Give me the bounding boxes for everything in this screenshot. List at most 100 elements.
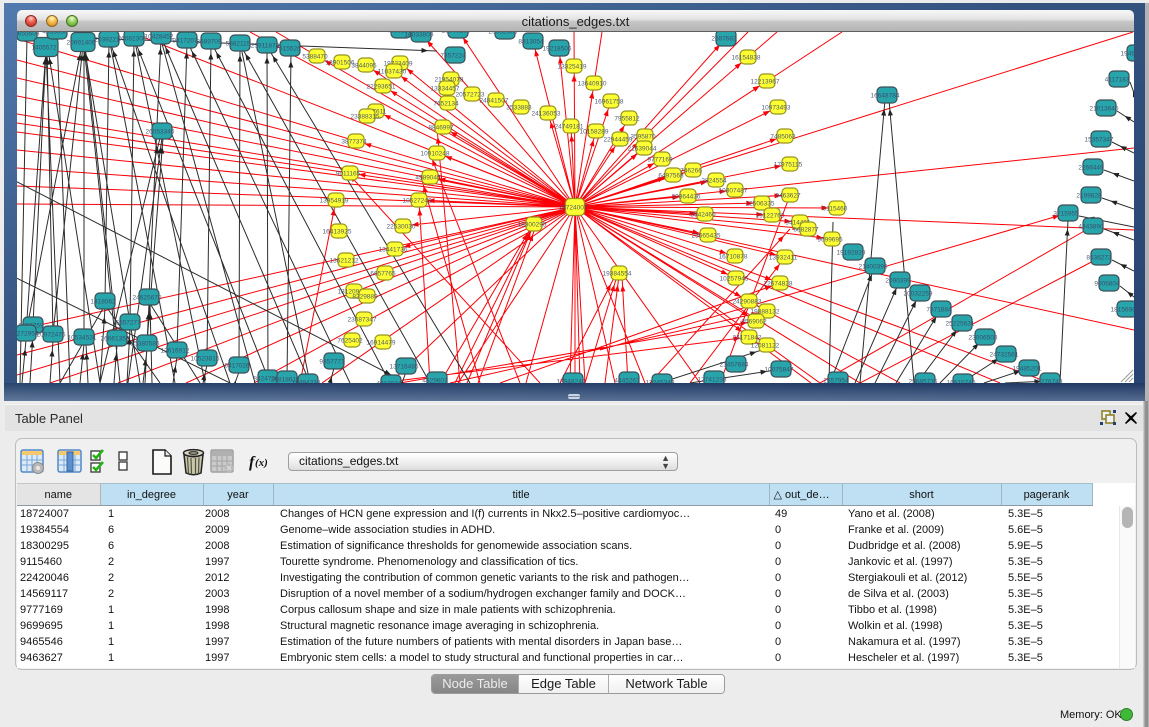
svg-text:4312034: 4312034 (376, 380, 402, 383)
svg-text:3595870: 3595870 (630, 133, 656, 140)
svg-text:746266: 746266 (680, 167, 702, 174)
svg-text:17975115: 17975115 (774, 161, 803, 168)
svg-text:6657765: 6657765 (370, 270, 396, 277)
svg-text:23687347: 23687347 (348, 316, 377, 323)
svg-text:24171842: 24171842 (733, 334, 762, 341)
svg-text:19192829: 19192829 (837, 249, 866, 256)
svg-text:12616912: 12616912 (161, 347, 190, 354)
svg-text:19499464: 19499464 (1121, 50, 1134, 57)
svg-text:21457684: 21457684 (720, 361, 749, 368)
svg-text:2266449: 2266449 (1078, 164, 1104, 171)
svg-text:10807487: 10807487 (719, 187, 748, 194)
svg-text:2657954: 2657954 (823, 377, 849, 383)
svg-text:10534531: 10534531 (68, 334, 97, 341)
svg-text:13948244: 13948244 (557, 378, 586, 383)
svg-text:2090399: 2090399 (885, 277, 911, 284)
svg-text:16154838: 16154838 (732, 54, 761, 61)
svg-text:4445263: 4445263 (614, 377, 640, 383)
svg-text:7515526: 7515526 (275, 45, 301, 52)
svg-text:19218506: 19218506 (543, 45, 572, 52)
svg-text:8536273: 8536273 (1086, 254, 1112, 261)
svg-text:21639044: 21639044 (628, 145, 657, 152)
svg-text:13716485: 13716485 (390, 363, 419, 370)
svg-text:18724007: 18724007 (559, 204, 588, 211)
svg-text:24749181: 24749181 (555, 123, 584, 130)
svg-text:9699695: 9699695 (817, 236, 843, 243)
svg-text:26661350: 26661350 (101, 335, 130, 342)
svg-text:22944459: 22944459 (604, 136, 633, 143)
svg-text:18156909: 18156909 (1111, 306, 1134, 313)
svg-text:3215955: 3215955 (1053, 210, 1079, 217)
svg-text:24136053: 24136053 (532, 110, 561, 117)
svg-text:4117183: 4117183 (1105, 76, 1130, 83)
svg-text:20972475: 20972475 (37, 331, 66, 338)
svg-text:7955812: 7955812 (614, 115, 640, 122)
svg-text:16914479: 16914479 (367, 339, 396, 346)
svg-text:13245349: 13245349 (646, 379, 675, 383)
svg-text:8846997: 8846997 (428, 124, 454, 131)
svg-text:23388315: 23388315 (351, 113, 380, 120)
svg-text:4343890: 4343890 (1078, 223, 1104, 230)
svg-text:8813054: 8813054 (518, 38, 544, 45)
svg-text:25225631: 25225631 (946, 320, 975, 327)
svg-text:13325419: 13325419 (558, 63, 587, 70)
svg-text:13954919: 13954919 (320, 197, 349, 204)
svg-text:4629607: 4629607 (422, 377, 448, 383)
svg-text:11037430: 11037430 (378, 68, 407, 75)
svg-text:2039221: 2039221 (94, 36, 120, 43)
svg-text:1405572: 1405572 (31, 44, 57, 51)
svg-text:10075847: 10075847 (765, 366, 794, 373)
svg-text:15380586: 15380586 (131, 340, 160, 347)
svg-text:12494238: 12494238 (292, 379, 321, 383)
svg-text:9857771: 9857771 (319, 358, 345, 365)
svg-text:6417026: 6417026 (224, 362, 250, 369)
svg-text:13441736: 13441736 (379, 246, 408, 253)
svg-text:18300295: 18300295 (518, 221, 547, 228)
svg-text:19122760: 19122760 (756, 212, 785, 219)
svg-text:4589045: 4589045 (415, 174, 441, 181)
svg-text:5882115: 5882115 (226, 40, 251, 47)
svg-text:15357347: 15357347 (1085, 136, 1114, 143)
svg-text:24290883: 24290883 (733, 298, 762, 305)
svg-text:10428452: 10428452 (145, 33, 174, 40)
svg-text:26052685: 26052685 (489, 32, 518, 35)
svg-text:3844095: 3844095 (351, 62, 377, 69)
svg-text:10158289: 10158289 (580, 128, 609, 135)
svg-text:19384554: 19384554 (603, 270, 632, 277)
svg-text:8689709: 8689709 (196, 38, 222, 45)
svg-text:24625670: 24625670 (133, 294, 162, 301)
svg-text:13640910: 13640910 (578, 80, 607, 87)
svg-text:4935650: 4935650 (42, 32, 68, 35)
svg-text:12081122: 12081122 (751, 342, 780, 349)
svg-text:12741238: 12741238 (698, 376, 727, 383)
svg-text:6557277: 6557277 (115, 319, 141, 326)
svg-text:22506335: 22506335 (746, 200, 775, 207)
svg-text:12213967: 12213967 (751, 78, 780, 85)
svg-text:22530030: 22530030 (387, 223, 416, 230)
svg-text:22674828: 22674828 (764, 280, 793, 287)
svg-text:25685735: 25685735 (909, 378, 938, 383)
svg-text:9115460: 9115460 (823, 205, 848, 212)
svg-text:24841507: 24841507 (480, 97, 509, 104)
svg-text:2199828: 2199828 (1076, 192, 1102, 199)
svg-text:24732561: 24732561 (990, 351, 1019, 358)
svg-text:7871884: 7871884 (926, 306, 952, 313)
svg-text:13932411: 13932411 (769, 254, 798, 261)
svg-text:7357224: 7357224 (440, 52, 466, 59)
svg-text:9777169: 9777169 (647, 156, 673, 163)
svg-text:1418062: 1418062 (90, 298, 116, 305)
svg-text:8229889: 8229889 (352, 293, 378, 300)
svg-text:16710878: 16710878 (719, 253, 748, 260)
svg-text:22293651: 22293651 (367, 83, 396, 90)
svg-text:23006503: 23006503 (969, 334, 998, 341)
svg-text:25665435: 25665435 (692, 232, 721, 239)
svg-text:10973493: 10973493 (762, 104, 791, 111)
svg-text:16961758: 16961758 (595, 98, 624, 105)
svg-text:5388470: 5388470 (302, 53, 328, 60)
svg-text:9006804: 9006804 (1094, 280, 1120, 287)
svg-text:6942460: 6942460 (690, 211, 716, 218)
svg-text:23906266: 23906266 (442, 32, 471, 34)
svg-text:8569062: 8569062 (741, 318, 767, 325)
svg-text:6682877: 6682877 (793, 226, 819, 233)
svg-text:10523815: 10523815 (191, 355, 220, 362)
